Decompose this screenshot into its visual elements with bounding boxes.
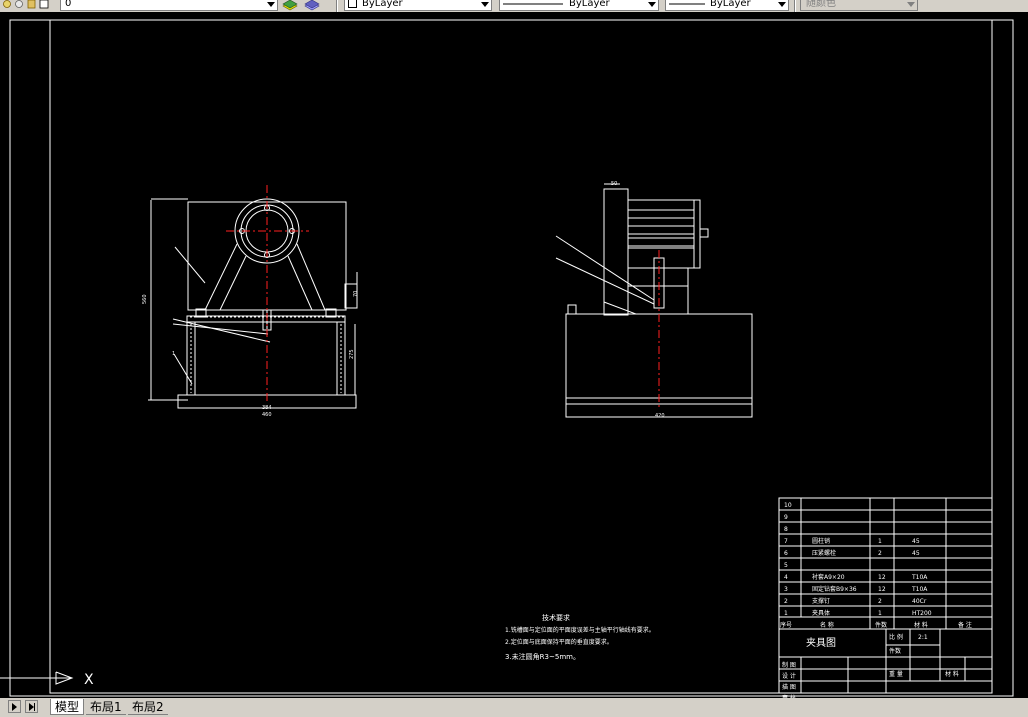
- chevron-down-icon: [778, 2, 786, 7]
- check-label: 描 图: [782, 683, 796, 691]
- tech-notes-line1: 1.铣槽面与定位面的平面度误差与主轴平行轴线有要求。: [505, 626, 655, 634]
- material-label: 材 料: [945, 670, 959, 678]
- toolbar-separator: [336, 0, 338, 12]
- bar-icon: [34, 703, 35, 711]
- chevron-down-icon: [481, 2, 489, 7]
- ucs-x-label: X: [84, 672, 94, 688]
- front-height-label: 560: [142, 294, 148, 304]
- tab-layout2[interactable]: 布局2: [128, 699, 168, 715]
- row-qty: 12: [878, 586, 886, 593]
- title-block: [778, 497, 993, 694]
- row-name: 固定钻套B9×36: [812, 585, 857, 593]
- front-outer-width-label: 460: [262, 412, 272, 418]
- linetype-sample-icon: [503, 3, 563, 5]
- title-block-rows: 10987 圆柱销 1 456 压紧螺栓 2 4554 衬套A9×20 12 T10A3 固定钻套B…: [784, 502, 932, 617]
- scale-value: 2:1: [918, 634, 928, 641]
- lineweight-value: ByLayer: [710, 0, 751, 9]
- row-material: 40Cr: [912, 598, 927, 605]
- row-material: T10A: [911, 586, 928, 593]
- front-view: [148, 198, 358, 409]
- chevron-down-icon: [267, 2, 275, 7]
- linetype-value: ByLayer: [569, 0, 610, 9]
- plotstyle-combo[interactable]: 随颜色: [800, 0, 918, 11]
- side-view: [555, 183, 753, 418]
- side-top-label: 50: [611, 181, 617, 187]
- color-combo[interactable]: ByLayer: [344, 0, 492, 11]
- row-name: 衬套A9×20: [812, 573, 845, 581]
- row-qty: 1: [878, 538, 882, 545]
- tech-notes-line2: 2.定位面与底面保持平面的垂直度要求。: [505, 638, 613, 646]
- drawing-svg: 560 384 460 70 275 1 50 420 技术要求 1.铣槽面与定…: [0, 19, 1014, 698]
- chevron-down-icon: [648, 2, 656, 7]
- header-qty: 件数: [875, 621, 887, 629]
- scale-label: 比 例: [889, 633, 903, 641]
- toolbar-separator: [794, 0, 796, 12]
- row-no: 9: [784, 514, 788, 521]
- front-side-b-label: 275: [349, 349, 355, 359]
- row-no: 8: [784, 526, 788, 533]
- row-qty: 2: [878, 550, 882, 557]
- tab-model[interactable]: 模型: [50, 699, 85, 715]
- linetype-combo[interactable]: ByLayer: [499, 0, 659, 11]
- row-no: 1: [784, 610, 788, 617]
- plotstyle-value: 随颜色: [806, 0, 836, 9]
- row-name: 夹具体: [812, 609, 830, 617]
- drawing-name: 夹具图: [806, 636, 836, 649]
- color-swatch-icon: [348, 0, 357, 8]
- row-name: 支撑钉: [812, 597, 830, 605]
- title-block-labels: 序号 名 称 件数 材 料 备 注 夹具图 比 例 2:1 件数 重 量 材 料…: [780, 621, 972, 698]
- row-material: HT200: [912, 610, 932, 617]
- row-material: T10A: [911, 574, 928, 581]
- row-qty: 1: [878, 610, 882, 617]
- header-material: 材 料: [914, 621, 928, 629]
- tab-last-button[interactable]: [25, 700, 38, 713]
- layer-tools-icons[interactable]: [281, 0, 323, 11]
- row-no: 10: [784, 502, 792, 509]
- layer-icons: [3, 0, 49, 9]
- front-left-label: 1: [172, 351, 175, 357]
- row-material: 45: [912, 538, 920, 545]
- header-no: 序号: [780, 621, 792, 629]
- tab-layout1[interactable]: 布局1: [86, 699, 126, 715]
- count-label: 件数: [889, 647, 901, 655]
- row-no: 6: [784, 550, 788, 557]
- row-no: 4: [784, 574, 788, 581]
- layout-tabs-bar: 模型 布局1 布局2: [0, 698, 1028, 717]
- tech-notes-line3: 3.未注圆角R3~5mm。: [505, 652, 580, 661]
- lineweight-sample-icon: [669, 3, 705, 5]
- properties-toolbar: 0 ByLayer ByLayer ByLayer 随颜色: [0, 0, 1028, 12]
- header-name: 名 称: [820, 621, 834, 629]
- row-no: 2: [784, 598, 788, 605]
- header-note: 备 注: [958, 621, 972, 629]
- color-value: ByLayer: [362, 0, 403, 9]
- lineweight-combo[interactable]: ByLayer: [665, 0, 789, 11]
- row-no: 3: [784, 586, 788, 593]
- side-base-width-label: 420: [655, 413, 665, 419]
- drawing-canvas[interactable]: 560 384 460 70 275 1 50 420 技术要求 1.铣槽面与定…: [0, 12, 1028, 698]
- tech-notes-title: 技术要求: [542, 613, 570, 622]
- row-material: 45: [912, 550, 920, 557]
- designed-label: 设 计: [782, 672, 796, 680]
- row-no: 7: [784, 538, 788, 545]
- chevron-down-icon: [907, 2, 915, 7]
- weight-label: 重 量: [889, 670, 903, 678]
- front-side-a-label: 70: [353, 291, 359, 297]
- play-icon: [12, 703, 17, 711]
- tab-prev-button[interactable]: [8, 700, 21, 713]
- layer-state-icons[interactable]: [2, 0, 52, 11]
- row-no: 5: [784, 562, 788, 569]
- row-qty: 12: [878, 574, 886, 581]
- tech-notes: 技术要求 1.铣槽面与定位面的平面度误差与主轴平行轴线有要求。 2.定位面与底面…: [505, 613, 655, 661]
- row-name: 圆柱销: [812, 537, 830, 545]
- row-qty: 2: [878, 598, 882, 605]
- layer-value: 0: [65, 0, 72, 9]
- layer-combo[interactable]: 0: [60, 0, 278, 11]
- side-view-labels: 50 420: [611, 181, 665, 419]
- row-name: 压紧螺栓: [812, 549, 836, 557]
- drawn-label: 制 图: [782, 661, 796, 669]
- front-inner-width-label: 384: [262, 405, 272, 411]
- layers-icon: [282, 0, 320, 11]
- ucs-icon: [0, 671, 74, 685]
- outer-frame: [9, 19, 1014, 697]
